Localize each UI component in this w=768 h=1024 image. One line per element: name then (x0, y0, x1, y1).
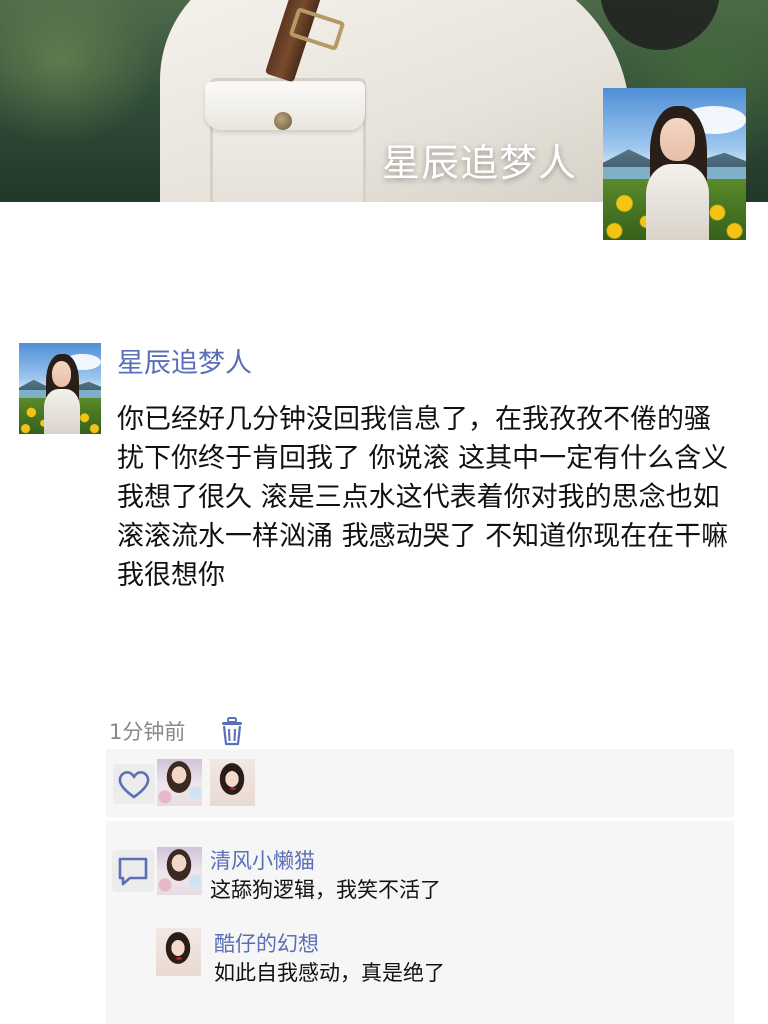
cover-hair (600, 0, 720, 50)
comment-icon[interactable] (112, 850, 154, 892)
comment-author[interactable]: 清风小懒猫 (210, 845, 315, 875)
profile-avatar[interactable] (603, 88, 746, 240)
heart-icon[interactable] (113, 764, 155, 804)
post-author-avatar[interactable] (19, 343, 101, 434)
post-timestamp: 1分钟前 (109, 720, 186, 744)
comment-avatar[interactable] (157, 847, 202, 895)
like-avatar[interactable] (210, 759, 255, 806)
post-text: 你已经好几分钟没回我信息了，在我孜孜不倦的骚扰下你终于肯回我了 你说滚 这其中一… (117, 404, 729, 591)
post-author-name[interactable]: 星辰追梦人 (117, 341, 252, 380)
comment-avatar[interactable] (156, 928, 201, 976)
trash-icon[interactable] (219, 716, 245, 746)
cover-username: 星辰追梦人 (382, 141, 578, 185)
comment-text[interactable]: 如此自我感动，真是绝了 (214, 957, 445, 987)
comment-text[interactable]: 这舔狗逻辑，我笑不活了 (210, 874, 441, 904)
comment-author[interactable]: 酷仔的幻想 (214, 928, 319, 958)
cover-button (274, 112, 292, 130)
like-avatar[interactable] (157, 759, 202, 806)
